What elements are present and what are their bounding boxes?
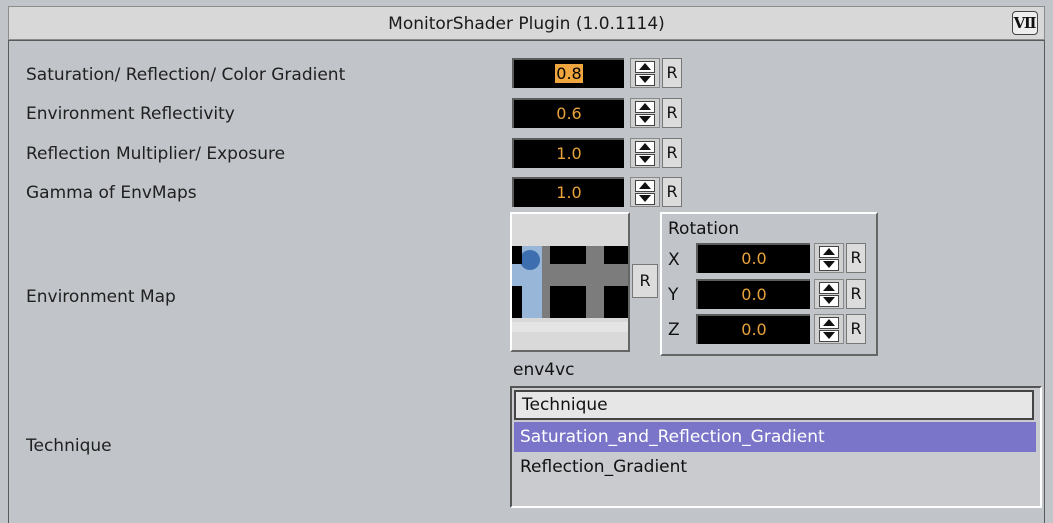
viz-logo-icon[interactable]: Ⅶ (1012, 11, 1038, 35)
environment-map-image (512, 214, 628, 350)
reflectivity-spinner[interactable] (630, 98, 660, 128)
rotation-y-spinner[interactable] (814, 279, 844, 309)
rotation-z-label: Z (668, 320, 680, 340)
gamma-reset-button[interactable]: R (662, 177, 682, 207)
arrow-up-icon[interactable] (635, 101, 655, 113)
multiplier-spinner[interactable] (630, 138, 660, 168)
environment-map-label: Environment Map (26, 287, 176, 307)
saturation-spinner[interactable] (630, 58, 660, 88)
window-title: MonitorShader Plugin (1.0.1114) (388, 14, 665, 34)
gamma-field[interactable]: 1.0 (512, 177, 624, 207)
arrow-down-icon[interactable] (635, 74, 655, 86)
rotation-x-label: X (668, 250, 680, 270)
arrow-down-icon[interactable] (819, 330, 839, 342)
arrow-up-icon[interactable] (819, 282, 839, 294)
rotation-x-field[interactable]: 0.0 (696, 243, 810, 273)
gamma-spinner[interactable] (630, 177, 660, 207)
saturation-reset-button[interactable]: R (662, 58, 682, 88)
gamma-label: Gamma of EnvMaps (26, 183, 197, 203)
rotation-y-reset-button[interactable]: R (846, 279, 866, 309)
multiplier-label: Reflection Multiplier/ Exposure (26, 144, 286, 164)
multiplier-reset-button[interactable]: R (662, 138, 682, 168)
multiplier-field[interactable]: 1.0 (512, 138, 624, 168)
arrow-up-icon[interactable] (819, 317, 839, 329)
saturation-label: Saturation/ Reflection/ Color Gradient (26, 65, 346, 85)
technique-list-header: Technique (514, 390, 1034, 420)
rotation-z-field[interactable]: 0.0 (696, 314, 810, 344)
arrow-down-icon[interactable] (635, 193, 655, 205)
rotation-title: Rotation (668, 219, 740, 239)
arrow-up-icon[interactable] (635, 180, 655, 192)
technique-label: Technique (26, 436, 112, 456)
reflectivity-reset-button[interactable]: R (662, 98, 682, 128)
rotation-z-reset-button[interactable]: R (846, 314, 866, 344)
arrow-down-icon[interactable] (635, 114, 655, 126)
arrow-up-icon[interactable] (635, 141, 655, 153)
title-bar: MonitorShader Plugin (1.0.1114) Ⅶ (8, 6, 1045, 40)
arrow-down-icon[interactable] (635, 154, 655, 166)
technique-option-selected[interactable]: Saturation_and_Reflection_Gradient (514, 422, 1036, 452)
arrow-up-icon[interactable] (819, 246, 839, 258)
rotation-y-label: Y (668, 285, 679, 305)
arrow-down-icon[interactable] (819, 295, 839, 307)
environment-map-reset-button[interactable]: R (632, 264, 658, 298)
saturation-field[interactable]: 0.8 (512, 58, 624, 88)
reflectivity-label: Environment Reflectivity (26, 104, 235, 124)
technique-list[interactable]: Technique Saturation_and_Reflection_Grad… (510, 386, 1042, 508)
rotation-z-spinner[interactable] (814, 314, 844, 344)
rotation-y-field[interactable]: 0.0 (696, 279, 810, 309)
environment-map-thumbnail[interactable] (510, 212, 630, 352)
arrow-down-icon[interactable] (819, 259, 839, 271)
arrow-up-icon[interactable] (635, 61, 655, 73)
rotation-x-spinner[interactable] (814, 243, 844, 273)
rotation-x-reset-button[interactable]: R (846, 243, 866, 273)
environment-map-name: env4vc (513, 360, 575, 380)
technique-option[interactable]: Reflection_Gradient (514, 452, 1036, 482)
reflectivity-field[interactable]: 0.6 (512, 98, 624, 128)
